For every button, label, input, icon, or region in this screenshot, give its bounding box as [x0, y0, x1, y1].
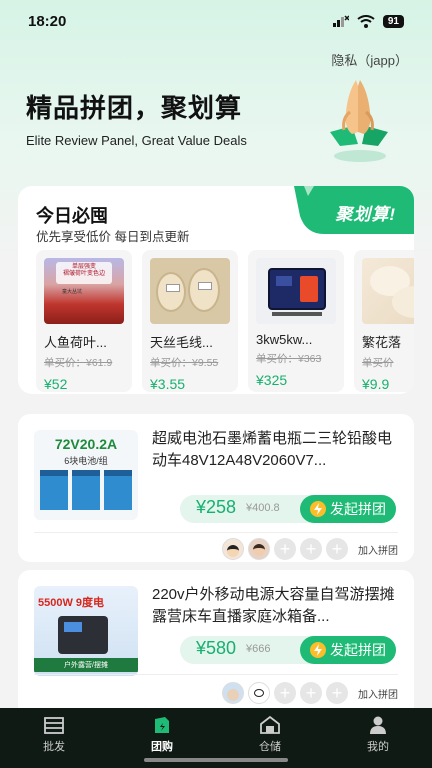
home-indicator[interactable] [144, 758, 288, 762]
lightning-icon [310, 501, 326, 517]
lightning-icon [310, 642, 326, 658]
thumb-text: 褶皱荷叶变色边 [62, 271, 105, 277]
empty-slot-icon: + [326, 538, 348, 560]
product-price: ¥9.9 [362, 376, 390, 392]
wifi-icon [357, 14, 375, 28]
group-buy-icon [155, 717, 169, 733]
divider [34, 532, 398, 533]
product-card[interactable]: 繁花落 单买价 ¥9.9 [354, 250, 414, 392]
deal-card[interactable]: 5500W 9度电 户外露营/摆摊 220v户外移动电源大容量自驾游摆摊露营床车… [18, 570, 414, 718]
tab-label: 批发 [43, 741, 65, 753]
product-card[interactable]: 3kw5kw... 单买价：¥363 ¥325 [248, 250, 344, 392]
product-image: 单层强变 褶皱荷叶变色边 童大丛坑 [44, 258, 124, 324]
join-group-label[interactable]: 加入拼团 [358, 542, 398, 557]
product-price: ¥52 [44, 376, 68, 392]
product-name: 3kw5kw... [256, 332, 313, 347]
product-original-price: 单买价：¥363 [256, 353, 322, 365]
product-card[interactable]: 单层强变 褶皱荷叶变色边 童大丛坑 人鱼荷叶... 单买价：¥61.9 ¥52 [36, 250, 132, 392]
product-card[interactable]: 天丝毛线... 单买价：¥9.55 ¥3.55 [142, 250, 238, 392]
deal-thumbnail: 72V20.2A 6块电池/组 [34, 430, 138, 520]
privacy-link[interactable]: 隐私（japp） [331, 50, 408, 69]
empty-slot-icon: + [274, 682, 296, 704]
praying-hands-icon [330, 80, 388, 162]
product-price: ¥3.55 [150, 376, 186, 392]
deal-price: ¥258 [196, 497, 237, 517]
product-image [362, 258, 414, 324]
deal-title: 超威电池石墨烯蓄电瓶二三轮铅酸电动车48V12A48V2060V7... [152, 430, 393, 469]
join-row[interactable]: + + + 加入拼团 [222, 682, 398, 704]
deal-original-price: ¥400.8 [246, 502, 280, 514]
tab-label: 仓储 [259, 741, 281, 753]
avatar [222, 538, 244, 560]
status-bar: 18:20 91 [28, 10, 404, 32]
deal-price-bar: ¥580 ¥666 发起拼团 [180, 636, 396, 664]
start-group-label: 发起拼团 [330, 642, 386, 658]
tab-wholesale[interactable]: 批发 [0, 708, 108, 768]
join-row[interactable]: + + + 加入拼团 [222, 538, 398, 560]
product-name: 繁花落 [362, 335, 402, 350]
daily-deals-panel: 聚划算! 今日必囤 优先享受低价 每日到点更新 单层强变 褶皱荷叶变色边 童大丛… [18, 186, 414, 394]
deal-title: 220v户外移动电源大容量自驾游摆摊露营床车直播家庭冰箱备... [152, 586, 395, 625]
battery-indicator: 91 [382, 14, 404, 28]
thumb-caption: 户外露营/摆摊 [34, 658, 138, 672]
product-price: ¥325 [256, 372, 288, 388]
start-group-button[interactable]: 发起拼团 [300, 636, 396, 664]
home-storage-icon [260, 715, 280, 734]
tab-label: 团购 [151, 741, 173, 753]
empty-slot-icon: + [300, 538, 322, 560]
product-name: 人鱼荷叶... [44, 335, 107, 350]
product-image [150, 258, 230, 324]
tab-label: 我的 [367, 741, 389, 753]
thumb-caption: 6块电池/组 [64, 456, 108, 466]
page-subtitle: Elite Review Panel, Great Value Deals [26, 133, 247, 148]
user-icon [370, 716, 386, 734]
product-name: 天丝毛线... [150, 335, 213, 350]
thumb-heading: 5500W 9度电 [38, 597, 105, 609]
thumb-heading: 72V20.2A [54, 436, 118, 452]
product-original-price: 单买价：¥9.55 [150, 357, 219, 369]
empty-slot-icon: + [300, 682, 322, 704]
avatar [248, 682, 270, 704]
deal-thumbnail: 5500W 9度电 户外露营/摆摊 [34, 586, 138, 676]
deal-original-price: ¥666 [246, 643, 271, 655]
tab-mine[interactable]: 我的 [324, 708, 432, 768]
product-original-price: 单买价 [362, 357, 394, 369]
signal-icon [332, 15, 349, 27]
daily-title: 今日必囤 [36, 206, 108, 226]
daily-product-list: 单层强变 褶皱荷叶变色边 童大丛坑 人鱼荷叶... 单买价：¥61.9 ¥52 … [36, 250, 414, 392]
product-image [256, 258, 336, 324]
thumb-text: 童大丛坑 [62, 289, 83, 295]
thumb-text: 单层强变 [71, 264, 96, 270]
empty-slot-icon: + [326, 682, 348, 704]
deal-price-bar: ¥258 ¥400.8 发起拼团 [180, 495, 396, 523]
status-time: 18:20 [28, 12, 67, 30]
join-group-label[interactable]: 加入拼团 [358, 686, 398, 701]
start-group-label: 发起拼团 [330, 501, 386, 517]
product-original-price: 单买价：¥61.9 [44, 357, 113, 369]
daily-subtitle: 优先享受低价 每日到点更新 [36, 230, 190, 244]
avatar [248, 538, 270, 560]
empty-slot-icon: + [274, 538, 296, 560]
start-group-button[interactable]: 发起拼团 [300, 495, 396, 523]
avatar [222, 682, 244, 704]
ribbon-text: 聚划算! [335, 205, 396, 224]
deal-price: ¥580 [196, 638, 237, 658]
warehouse-icon [44, 717, 64, 734]
deal-card[interactable]: 72V20.2A 6块电池/组 超威电池石墨烯蓄电瓶二三轮铅酸电动车48V12A… [18, 414, 414, 562]
page-title: 精品拼团，聚划算 [26, 93, 243, 123]
divider [34, 674, 398, 675]
